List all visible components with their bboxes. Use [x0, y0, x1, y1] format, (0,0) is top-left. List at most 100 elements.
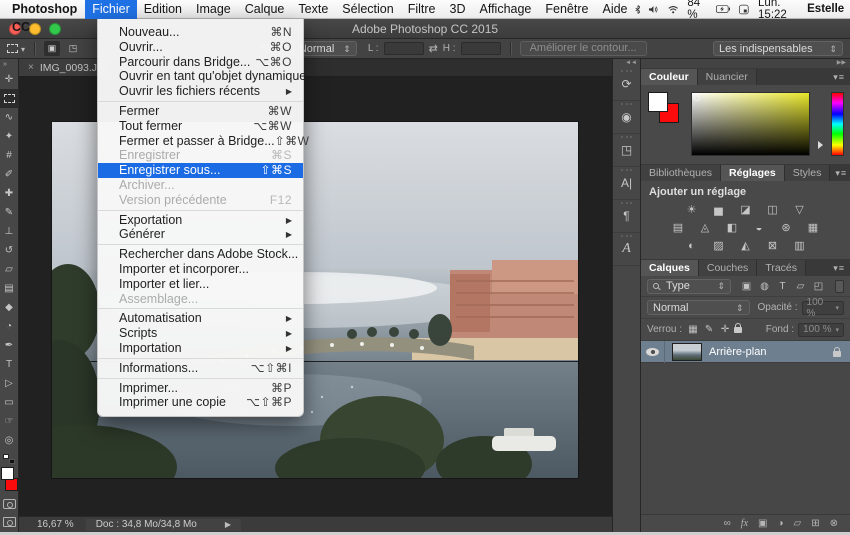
properties-panel-icon[interactable]: ◉	[613, 101, 640, 134]
filter-smart-objects-icon[interactable]: ◰	[811, 279, 826, 293]
menu-item[interactable]: Automatisation	[98, 311, 303, 326]
swap-dimensions-icon[interactable]: ⇄	[429, 42, 438, 55]
dodge-tool[interactable]: ◔	[0, 317, 19, 336]
layer-filter-select[interactable]: Type	[647, 279, 731, 294]
photo-filter-icon[interactable]: ◒	[751, 221, 768, 234]
menu-item[interactable]: Ouvrir en tant qu'objet dynamique...	[98, 69, 303, 84]
menu-item[interactable]: Fermer⌘W	[98, 104, 303, 119]
current-tool-indicator[interactable]	[7, 43, 25, 55]
vibrance-icon[interactable]: ▽	[791, 203, 808, 216]
menubar-item-aide[interactable]: Aide	[595, 0, 634, 19]
document-size-indicator[interactable]: Doc : 34,8 Mo/34,8 Mo ▶	[86, 519, 241, 531]
filter-shape-layers-icon[interactable]: ▱	[793, 279, 808, 293]
filter-adjustment-layers-icon[interactable]: ◍	[757, 279, 772, 293]
panels-collapse-icon[interactable]: ▶▶	[641, 59, 850, 68]
color-balance-icon[interactable]: ◬	[697, 221, 714, 234]
move-tool[interactable]: ✛	[0, 70, 19, 89]
threshold-icon[interactable]: ◭	[737, 239, 754, 252]
menu-item[interactable]: Imprimer...⌘P	[98, 381, 303, 396]
hand-tool[interactable]: ☞	[0, 412, 19, 431]
type-tool[interactable]: T	[0, 355, 19, 374]
black-white-icon[interactable]: ◧	[724, 221, 741, 234]
hue-saturation-icon[interactable]: ▤	[670, 221, 687, 234]
menu-item[interactable]: Générer	[98, 227, 303, 242]
menubar-item-calque[interactable]: Calque	[238, 0, 292, 19]
adjustments-tab-réglages[interactable]: Réglages	[721, 165, 785, 181]
panel-menu-icon[interactable]	[828, 260, 850, 276]
new-layer-icon[interactable]: ⊞	[811, 518, 819, 529]
path-select-tool[interactable]: ▷	[0, 374, 19, 393]
layer-effects-icon[interactable]: fx	[741, 518, 748, 529]
layers-tab-calques[interactable]: Calques	[641, 260, 699, 276]
menu-item[interactable]: Importer et lier...	[98, 277, 303, 292]
layers-tab-couches[interactable]: Couches	[699, 260, 757, 276]
battery-icon[interactable]	[716, 4, 731, 14]
menubar-item-fichier[interactable]: Fichier	[85, 0, 137, 19]
menubar-user[interactable]: Estelle	[807, 3, 844, 15]
workspace-select[interactable]: Les indispensables	[713, 41, 843, 56]
menu-item[interactable]: Scripts	[98, 326, 303, 341]
menu-item[interactable]: Nouveau...⌘N	[98, 25, 303, 40]
curves-icon[interactable]: ◪	[737, 203, 754, 216]
menubar-item-texte[interactable]: Texte	[291, 0, 335, 19]
menu-item[interactable]: Parcourir dans Bridge...⌥⌘O	[98, 55, 303, 70]
lock-all-icon[interactable]	[734, 327, 742, 333]
character-styles-panel-icon[interactable]: A	[613, 233, 640, 266]
layer-name[interactable]: Arrière-plan	[709, 346, 766, 358]
lock-transparency-icon[interactable]: ▦	[686, 323, 700, 336]
channel-mixer-icon[interactable]: ⊛	[778, 221, 795, 234]
menu-item[interactable]: Ouvrir les fichiers récents	[98, 84, 303, 99]
menubar-item-fenêtre[interactable]: Fenêtre	[538, 0, 595, 19]
status-expand-icon[interactable]: ▶	[225, 520, 231, 529]
lock-position-icon[interactable]: ✛	[718, 323, 732, 336]
new-adjustment-layer-icon[interactable]: ◑	[777, 518, 783, 529]
lock-paint-icon[interactable]: ✎	[702, 323, 716, 336]
paragraph-panel-icon[interactable]: ¶	[613, 200, 640, 233]
zoom-tool[interactable]: ◎	[0, 431, 19, 450]
posterize-icon[interactable]: ▨	[710, 239, 727, 252]
pen-tool[interactable]: ✒	[0, 336, 19, 355]
gradient-tool[interactable]: ▤	[0, 279, 19, 298]
menubar-item-filtre[interactable]: Filtre	[401, 0, 443, 19]
bluetooth-icon[interactable]	[635, 3, 641, 16]
color-panel-swatches[interactable]	[648, 92, 684, 128]
info-panel-icon[interactable]: ◳	[613, 134, 640, 167]
hue-slider[interactable]	[831, 92, 844, 156]
add-selection-mode-button[interactable]: ◳	[65, 41, 81, 56]
color-tab-nuancier[interactable]: Nuancier	[698, 69, 757, 85]
brush-tool[interactable]: ✎	[0, 203, 19, 222]
menubar-item-affichage[interactable]: Affichage	[472, 0, 538, 19]
menu-item[interactable]: Enregistrer sous...⇧⌘S	[98, 163, 303, 178]
panel-menu-icon[interactable]	[830, 165, 850, 181]
foreground-color-swatch[interactable]	[1, 467, 14, 480]
default-swatches-icon[interactable]	[3, 454, 15, 464]
quick-mask-button[interactable]	[3, 499, 16, 509]
layer-thumbnail[interactable]	[672, 343, 702, 361]
adjustments-tab-bibliothèques[interactable]: Bibliothèques	[641, 165, 721, 181]
layer-visibility-toggle[interactable]	[641, 341, 665, 363]
input-menu-icon[interactable]	[739, 3, 749, 16]
lasso-tool[interactable]: ∿	[0, 108, 19, 127]
menubar-item-image[interactable]: Image	[189, 0, 238, 19]
shape-tool[interactable]: ▭	[0, 393, 19, 412]
history-brush-tool[interactable]: ↺	[0, 241, 19, 260]
new-selection-mode-button[interactable]: ▣	[44, 41, 60, 56]
volume-icon[interactable]	[649, 4, 659, 15]
eraser-tool[interactable]: ▱	[0, 260, 19, 279]
filter-pixel-layers-icon[interactable]: ▣	[739, 279, 754, 293]
healing-brush-tool[interactable]: ✚	[0, 184, 19, 203]
menubar-item-edition[interactable]: Edition	[137, 0, 189, 19]
levels-icon[interactable]: ▅	[710, 203, 727, 216]
clone-stamp-tool[interactable]: ⊥	[0, 222, 19, 241]
crop-tool[interactable]: #	[0, 146, 19, 165]
menu-item[interactable]: Imprimer une copie⌥⇧⌘P	[98, 395, 303, 410]
layer-row-background[interactable]: Arrière-plan	[641, 341, 850, 363]
fill-value-box[interactable]: 100 %	[798, 323, 844, 337]
menu-item[interactable]: Tout fermer⌥⌘W	[98, 119, 303, 134]
zoom-window-button[interactable]	[49, 23, 61, 35]
brightness-contrast-icon[interactable]: ☀	[683, 203, 700, 216]
marquee-tool[interactable]	[0, 89, 19, 108]
magic-wand-tool[interactable]: ✦	[0, 127, 19, 146]
layer-filter-toggle[interactable]	[835, 280, 844, 293]
hue-slider-pointer[interactable]	[817, 92, 824, 156]
